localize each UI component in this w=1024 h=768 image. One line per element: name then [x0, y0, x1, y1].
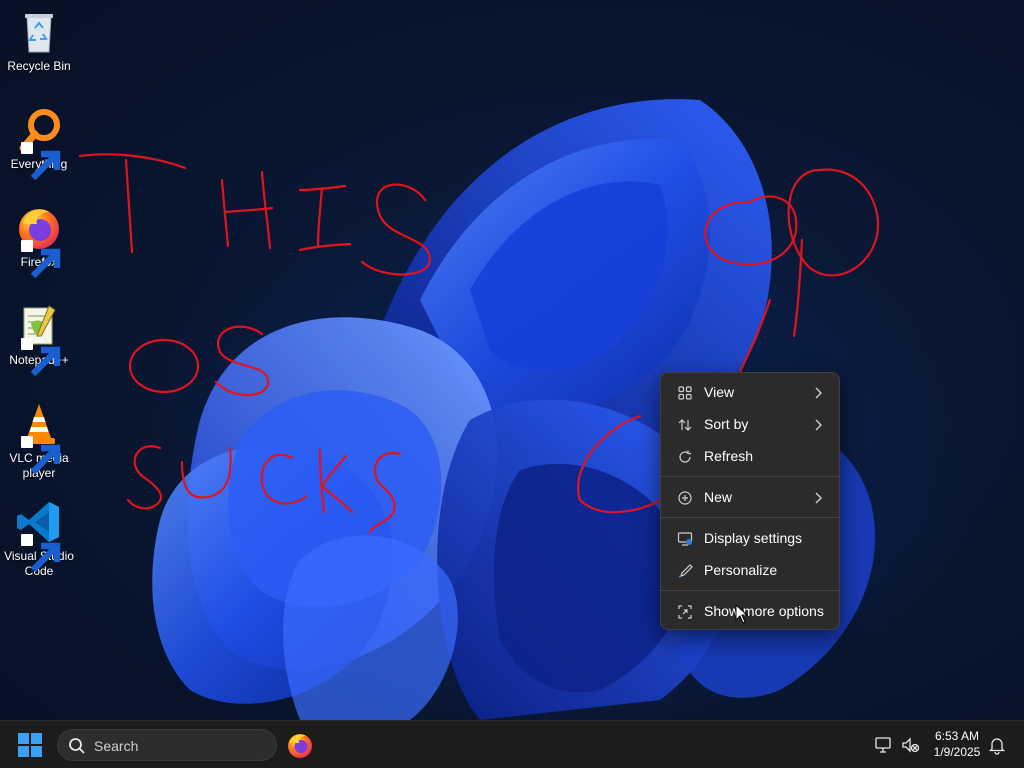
firefox-icon: [15, 204, 63, 279]
menu-item-label: Display settings: [704, 530, 803, 546]
system-clock[interactable]: 6:53 AM 1/9/2025: [926, 728, 988, 760]
chevron-right-icon: [813, 386, 823, 400]
recycle-bin-icon: [15, 8, 63, 56]
chevron-right-icon: [813, 418, 823, 432]
chevron-right-icon: [813, 491, 823, 505]
menu-item-personalize[interactable]: Personalize: [665, 556, 835, 586]
desktop-icon-firefox[interactable]: Firefox: [4, 204, 74, 279]
notification-bell-icon[interactable]: [988, 735, 1006, 755]
shortcut-arrow-icon: [21, 240, 61, 279]
display-settings-icon: [677, 531, 693, 547]
shortcut-arrow-icon: [21, 142, 61, 181]
volume-muted-icon[interactable]: [900, 735, 920, 755]
clock-time: 6:53 AM: [934, 729, 980, 743]
desktop-icon-everything[interactable]: Everything: [4, 106, 74, 181]
start-button[interactable]: [16, 731, 44, 759]
firefox-icon: [288, 734, 312, 758]
menu-item-new[interactable]: New: [665, 483, 835, 513]
menu-item-label: Show more options: [704, 603, 824, 619]
menu-item-label: View: [704, 384, 735, 400]
windows-logo-icon: [18, 733, 42, 757]
search-icon: [68, 737, 86, 755]
plus-circle-icon: [677, 490, 693, 506]
vlc-cone-icon: [15, 400, 63, 475]
shortcut-arrow-icon: [21, 338, 61, 377]
grid-view-icon: [677, 385, 693, 401]
menu-item-refresh[interactable]: Refresh: [665, 442, 835, 472]
desktop-icon-recycle-bin[interactable]: Recycle Bin: [4, 8, 74, 74]
clock-date: 1/9/2025: [933, 745, 981, 759]
shortcut-arrow-icon: [21, 436, 61, 475]
menu-item-label: New: [704, 489, 733, 505]
taskbar-firefox-button[interactable]: [286, 731, 314, 759]
notepadpp-icon: [15, 302, 63, 377]
menu-separator: [661, 476, 839, 477]
shortcut-arrow-icon: [21, 534, 61, 573]
everything-search-icon: [15, 106, 63, 181]
desktop[interactable]: Recycle Bin Everything Firefox Notepad++…: [0, 0, 1024, 720]
desktop-icon-notepadpp[interactable]: Notepad++: [4, 302, 74, 377]
brush-icon: [677, 563, 693, 579]
menu-item-display-settings[interactable]: Display settings: [665, 524, 835, 554]
taskbar: Search 6:53 AM 1/9/2025: [0, 720, 1024, 768]
vscode-icon: [15, 498, 63, 573]
menu-separator: [661, 517, 839, 518]
menu-item-label: Sort by: [704, 416, 749, 432]
menu-item-label: Personalize: [704, 562, 778, 578]
menu-item-show-more-options[interactable]: Show more options: [665, 597, 835, 627]
menu-item-view[interactable]: View: [665, 378, 835, 408]
wallpaper-bloom: [152, 99, 876, 720]
desktop-icon-vscode[interactable]: Visual Studio Code: [4, 498, 74, 579]
network-status-icon[interactable]: [874, 735, 894, 755]
desktop-context-menu: View Sort by Refresh New Display setting…: [660, 372, 840, 630]
desktop-icon-label: Recycle Bin: [7, 59, 71, 73]
menu-item-sort-by[interactable]: Sort by: [665, 410, 835, 440]
taskbar-search-box[interactable]: Search: [57, 729, 277, 761]
refresh-icon: [677, 449, 693, 465]
share-more-icon: [677, 604, 693, 620]
desktop-icon-vlc[interactable]: VLC media player: [4, 400, 74, 481]
menu-separator: [661, 590, 839, 591]
mouse-cursor-icon: [735, 604, 749, 624]
sort-icon: [677, 417, 693, 433]
search-placeholder: Search: [94, 738, 139, 754]
menu-item-label: Refresh: [704, 448, 754, 464]
